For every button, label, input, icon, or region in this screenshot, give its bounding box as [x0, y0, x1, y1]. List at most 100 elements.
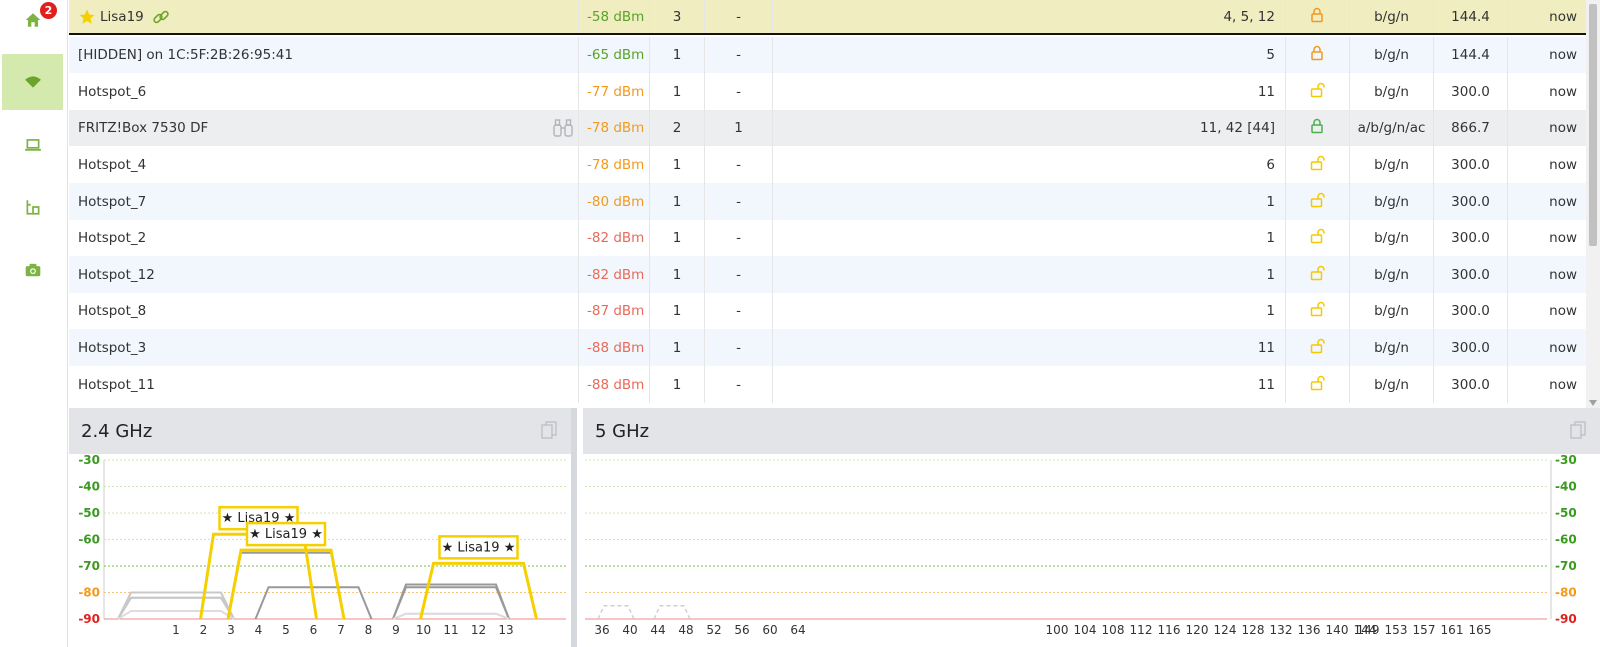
table-row[interactable]: Hotspot_2 -82 dBm 1-1 b/g/n 300.0 now — [69, 219, 1586, 257]
signal-cell: -87 dBm — [579, 292, 650, 330]
chart-24ghz: -30-40-50-60-70-80-901 2 3 4 5 6 7 8 9 10 11 12 13★ … — [78, 454, 566, 637]
x-tick-label: 52 — [706, 623, 721, 637]
x-tick-label: 104 — [1074, 623, 1097, 637]
ssid-text: Hotspot_6 — [78, 83, 147, 100]
ssid-cell: Hotspot_11 — [69, 366, 579, 403]
table-row[interactable]: Hotspot_11 -88 dBm 1-11 b/g/n 300.0 now — [69, 366, 1586, 403]
mode-cell: b/g/n — [1350, 256, 1434, 294]
network-curve — [227, 551, 345, 620]
x-tick-label: 48 — [678, 623, 693, 637]
speed-cell: 300.0 — [1434, 183, 1508, 220]
x-tick-label: 6 — [310, 623, 318, 637]
mode-cell: b/g/n — [1350, 183, 1434, 220]
count-cell: 1 — [650, 183, 705, 220]
panel-header: 5 GHz — [583, 408, 1600, 454]
lock-cell — [1286, 329, 1350, 367]
channel-cell: 11 — [773, 73, 1286, 111]
table-row[interactable]: Hotspot_6 -77 dBm 1-11 b/g/n 300.0 now — [69, 73, 1586, 111]
scrollbar[interactable] — [1586, 0, 1600, 408]
y-tick-label: -90 — [1555, 612, 1577, 626]
nav-devices[interactable] — [2, 117, 63, 173]
binoculars-icon[interactable] — [552, 119, 574, 141]
signal-cell: -80 dBm — [579, 183, 650, 220]
ssid-text: Hotspot_12 — [78, 266, 155, 283]
nav-wifi[interactable] — [2, 54, 63, 110]
panel-title: 2.4 GHz — [81, 420, 153, 442]
sidebar: 2 — [0, 0, 68, 647]
y-tick-label: -60 — [78, 533, 100, 547]
y-tick-label: -50 — [1555, 506, 1577, 520]
lock-icon — [1309, 264, 1327, 286]
nav-floorplan[interactable] — [2, 179, 63, 235]
table-row[interactable]: [HIDDEN] on 1C:5F:2B:26:95:41 -65 dBm 1-5 b… — [69, 36, 1586, 74]
count-cell: 1 — [650, 329, 705, 367]
x-tick-label: 8 — [365, 623, 373, 637]
y-tick-label: -60 — [1555, 533, 1577, 547]
count-cell: 3 — [650, 0, 705, 33]
count-cell: 1 — [650, 146, 705, 184]
panel-header: 2.4 GHz — [69, 408, 571, 454]
table-row[interactable]: Lisa19 -58 dBm 3-4, 5, 12 b/g/n 144.4 now — [69, 0, 1586, 35]
x-tick-label: 153 — [1385, 623, 1408, 637]
copy-icon[interactable] — [541, 421, 557, 444]
x-tick-label: 116 — [1158, 623, 1181, 637]
network-curve — [653, 605, 691, 620]
x-tick-label: 60 — [762, 623, 777, 637]
lock-cell — [1286, 256, 1350, 294]
scroll-thumb[interactable] — [1589, 4, 1597, 246]
signal-cell: -58 dBm — [579, 0, 650, 33]
x-tick-label: 124 — [1214, 623, 1237, 637]
star-icon[interactable] — [78, 8, 96, 26]
table-row[interactable]: Hotspot_3 -88 dBm 1-11 b/g/n 300.0 now — [69, 329, 1586, 367]
signal-cell: -82 dBm — [579, 256, 650, 294]
x-tick-label: 149 — [1357, 623, 1380, 637]
copy-icon[interactable] — [1570, 421, 1586, 444]
x-tick-label: 161 — [1441, 623, 1464, 637]
speed-cell: 300.0 — [1434, 292, 1508, 330]
lock-cell — [1286, 366, 1350, 403]
ssid-text: Hotspot_8 — [78, 303, 147, 320]
extra-cell: - — [705, 183, 773, 220]
wifi-icon — [24, 76, 41, 88]
speed-cell: 300.0 — [1434, 256, 1508, 294]
x-tick-label: 140 — [1326, 623, 1349, 637]
x-tick-label: 44 — [650, 623, 665, 637]
y-tick-label: -80 — [1555, 586, 1577, 600]
ssid-text: Hotspot_11 — [78, 376, 155, 393]
lock-icon — [1309, 44, 1327, 66]
x-tick-label: 10 — [416, 623, 431, 637]
speed-cell: 300.0 — [1434, 73, 1508, 111]
lock-icon — [1309, 337, 1327, 359]
scroll-down-arrow[interactable] — [1589, 400, 1597, 406]
network-curve — [117, 591, 235, 620]
count-cell: 2 — [650, 109, 705, 147]
table-row[interactable]: Hotspot_4 -78 dBm 1-6 b/g/n 300.0 now — [69, 146, 1586, 184]
mode-cell: b/g/n — [1350, 366, 1434, 403]
signal-cell: -88 dBm — [579, 366, 650, 403]
x-tick-label: 165 — [1469, 623, 1492, 637]
table-row[interactable]: Hotspot_8 -87 dBm 1-1 b/g/n 300.0 now — [69, 292, 1586, 330]
x-tick-label: 9 — [392, 623, 400, 637]
chart-panel-24ghz: 2.4 GHz -30 -40 -50 -60 -70 -80 -90 1 2 3 4 5 6 7 8 9 10… — [69, 408, 577, 647]
extra-cell: - — [705, 366, 773, 403]
table-row[interactable]: Hotspot_7 -80 dBm 1-1 b/g/n 300.0 now — [69, 183, 1586, 220]
chart-5ghz: -30 -40 -50 -60 -70 -80 -90 36 40 44 48 52 56 60 64 100… — [585, 454, 1577, 637]
table-row[interactable]: Hotspot_12 -82 dBm 1-1 b/g/n 300.0 now — [69, 256, 1586, 294]
network-curve — [117, 596, 235, 620]
x-tick-label: 7 — [337, 623, 345, 637]
table-row[interactable]: FRITZ!Box 7530 DF -78 dBm 2 1 11, 42 [44] a/b… — [69, 109, 1586, 147]
y-tick-label: -40 — [78, 480, 100, 494]
ssid-cell: Hotspot_6 — [69, 73, 579, 111]
extra-cell: - — [705, 73, 773, 111]
extra-cell: - — [705, 219, 773, 257]
network-curve-highlight — [226, 548, 346, 620]
x-tick-label: 108 — [1102, 623, 1125, 637]
channel-cell: 6 — [773, 146, 1286, 184]
extra-cell: - — [705, 146, 773, 184]
nav-camera[interactable] — [2, 242, 63, 298]
chart-panel-5ghz: 5 GHz -30 -40 -50 -60 -70 -80 -90 36 40 44 48 52 56 6… — [583, 408, 1600, 647]
lock-icon — [1309, 117, 1327, 139]
nav-home[interactable]: 2 — [2, 0, 63, 48]
ssid-text: Hotspot_7 — [78, 193, 147, 210]
signal-cell: -65 dBm — [579, 36, 650, 74]
